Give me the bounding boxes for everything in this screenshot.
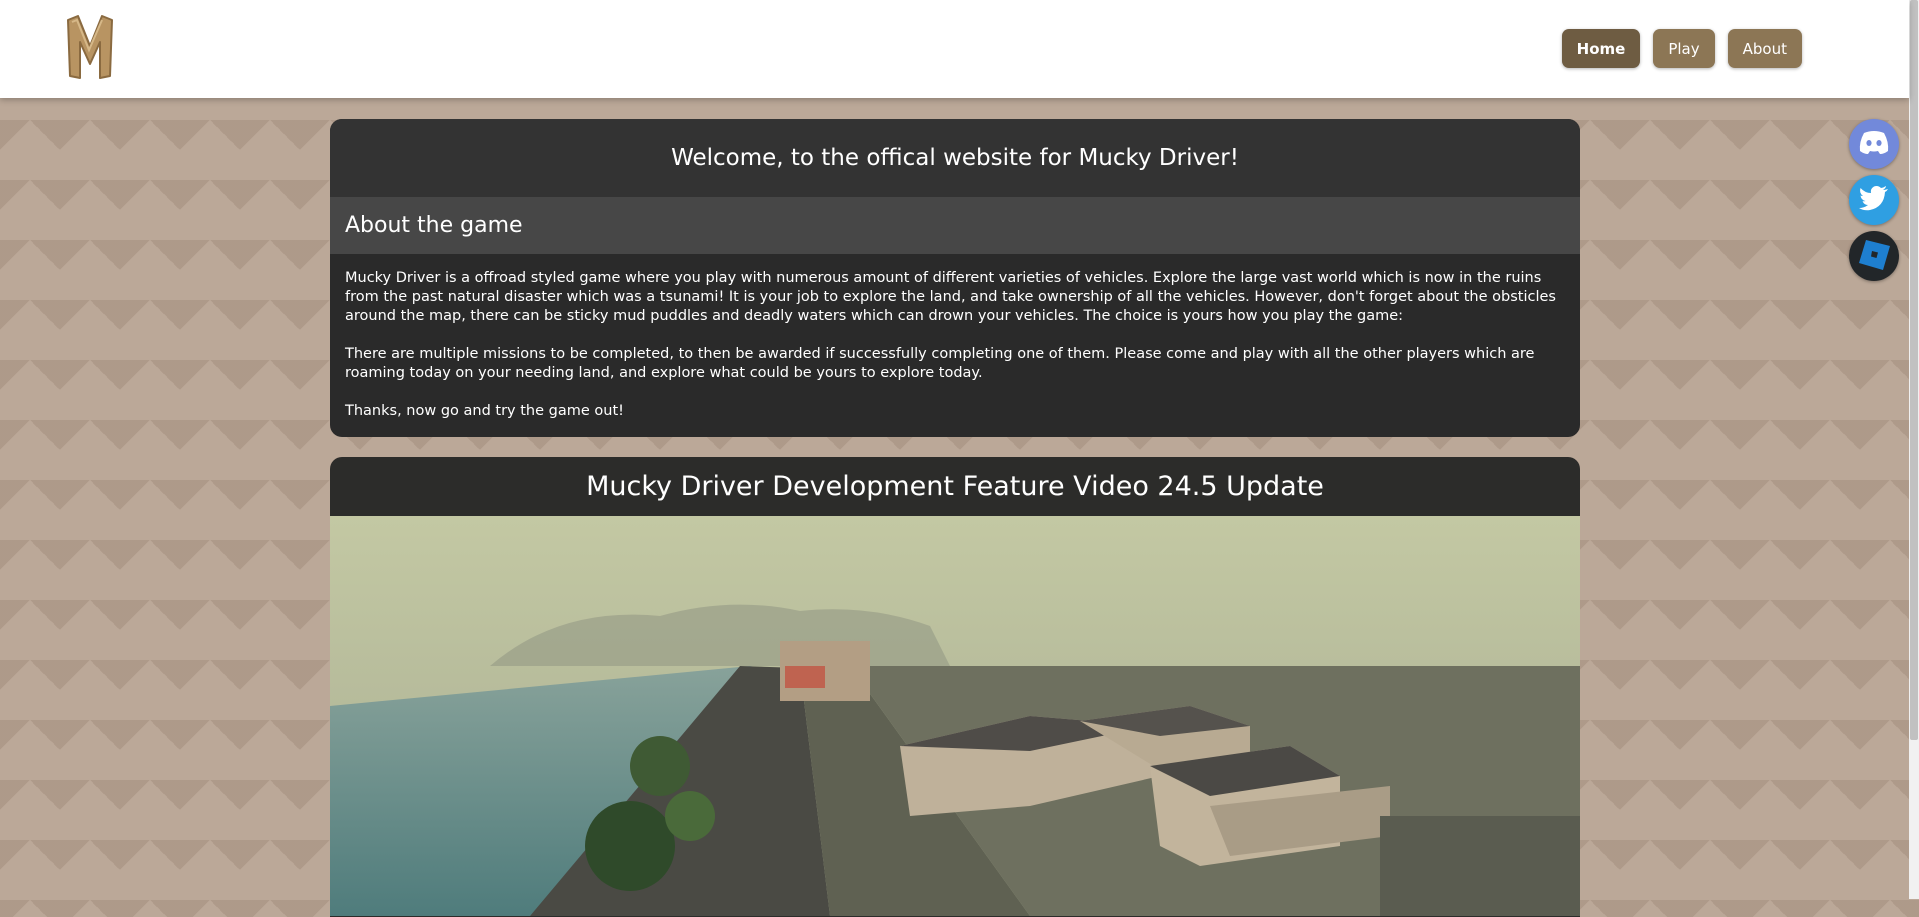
- main-nav: Home Play About: [1561, 29, 1802, 68]
- scrollbar-thumb[interactable]: [1910, 0, 1918, 740]
- twitter-icon: [1859, 185, 1889, 215]
- video-card: Mucky Driver Development Feature Video 2…: [330, 457, 1580, 917]
- discord-link[interactable]: [1849, 119, 1899, 169]
- video-player[interactable]: [330, 516, 1580, 916]
- about-paragraph: There are multiple missions to be comple…: [345, 346, 1535, 381]
- twitter-link[interactable]: [1849, 175, 1899, 225]
- nav-home-button[interactable]: Home: [1561, 29, 1641, 68]
- social-links: [1849, 119, 1899, 281]
- about-paragraph: Thanks, now go and try the game out!: [345, 403, 624, 419]
- about-heading: About the game: [330, 197, 1580, 254]
- welcome-banner: Welcome, to the offical website for Muck…: [330, 119, 1580, 197]
- roblox-link[interactable]: [1849, 231, 1899, 281]
- about-body: Mucky Driver is a offroad styled game wh…: [330, 254, 1580, 421]
- nav-about-button[interactable]: About: [1727, 29, 1802, 68]
- site-logo[interactable]: [62, 12, 118, 84]
- video-title: Mucky Driver Development Feature Video 2…: [586, 471, 1324, 502]
- about-paragraph: Mucky Driver is a offroad styled game wh…: [345, 270, 1556, 324]
- site-header: Home Play About: [0, 0, 1909, 98]
- nav-play-button[interactable]: Play: [1653, 29, 1715, 68]
- page-scrollbar[interactable]: [1909, 0, 1919, 899]
- discord-icon: [1858, 129, 1890, 159]
- roblox-icon: [1857, 237, 1891, 275]
- about-card: Welcome, to the offical website for Muck…: [330, 119, 1580, 437]
